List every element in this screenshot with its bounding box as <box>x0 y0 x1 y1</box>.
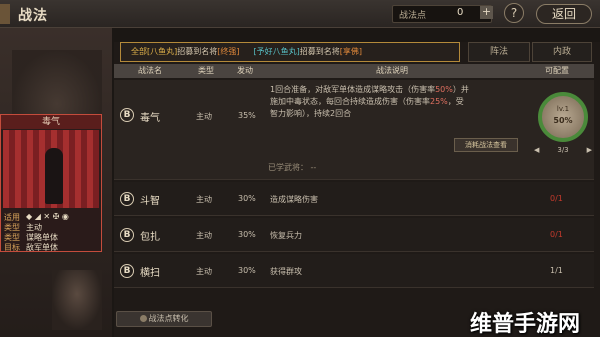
add-points-button[interactable]: + <box>480 6 493 19</box>
convert-points-button[interactable]: 战法点转化 <box>116 311 212 327</box>
skill-description: 获得群攻 <box>270 267 302 276</box>
grade-badge: B <box>120 264 134 278</box>
card-row-value: 主动 <box>26 223 42 232</box>
help-button[interactable]: ? <box>504 3 524 23</box>
grade-badge: B <box>120 108 134 122</box>
tab-recruit-label: 招募到名将 <box>177 47 218 56</box>
card-row: 适用 ◆ ◢ ✕ ✠ ◉ <box>4 212 102 222</box>
skill-points-value: 0 <box>457 7 464 18</box>
skill-description: 造成谋略伤害 <box>270 195 318 204</box>
header-type: 类型 <box>198 66 214 75</box>
tab-tag-label: [终强] <box>217 47 240 56</box>
skill-slots: 0/1 <box>550 194 563 203</box>
view-detail-button[interactable]: 消耗战法查看 <box>454 138 518 152</box>
skill-points-label: 战法点 <box>399 11 427 21</box>
filter-tabs: 全部[八鱼丸]招募到名将[终强] [予好八鱼丸]招募到名将[享佛] 阵法 内政 <box>120 42 592 62</box>
card-row-key: 类型 <box>4 233 20 242</box>
top-bar: 战法 战法点 0 + ? 返回 <box>0 0 600 28</box>
skill-rate: 30% <box>238 194 256 203</box>
ring-percent: 50% <box>553 116 573 125</box>
skill-rate: 30% <box>238 230 256 239</box>
skill-card-art <box>3 130 99 208</box>
header-slots: 可配置 <box>545 66 569 75</box>
card-row-key: 类型 <box>4 223 20 232</box>
card-row-icons: ◆ ◢ ✕ ✠ ◉ <box>26 212 69 221</box>
skill-name: 毒气 <box>140 113 160 124</box>
skill-rate: 35% <box>238 111 256 120</box>
desc-highlight: 50% <box>435 85 453 94</box>
tab-internal-affairs[interactable]: 内政 <box>532 42 592 62</box>
arrow-right-icon[interactable]: ▶ <box>587 146 592 156</box>
card-row-key: 目标 <box>4 243 20 252</box>
slot-arrows: ◀ 3/3 ▶ <box>534 146 592 156</box>
tab-all-label: 全部[八鱼丸] <box>131 47 178 56</box>
title-decoration <box>0 4 10 24</box>
skill-row[interactable]: B 斗智 主动 30% 造成谋略伤害 0/1 <box>114 182 594 216</box>
back-button[interactable]: 返回 <box>536 4 592 24</box>
card-figure <box>45 148 63 204</box>
desc-text: 智力影响），持续2回合 <box>270 109 352 118</box>
skill-row[interactable]: B 包扎 主动 30% 恢复兵力 0/1 <box>114 218 594 252</box>
skill-type: 主动 <box>196 231 212 240</box>
header-description: 战法说明 <box>376 66 408 75</box>
tab-all-skills[interactable]: 全部[八鱼丸]招募到名将[终强] [予好八鱼丸]招募到名将[享佛] <box>120 42 460 62</box>
skill-name: 横扫 <box>140 268 160 279</box>
skill-slots: 0/1 <box>550 230 563 239</box>
header-skill-name: 战法名 <box>138 66 162 75</box>
skill-slots: 1/1 <box>550 266 563 275</box>
desc-text: 施加中毒状态，每回合持续造成伤害（伤害率 <box>270 97 430 106</box>
skill-card-title: 毒气 <box>1 115 101 129</box>
card-row-value: 敌军单体 <box>26 243 58 252</box>
card-row-value: 谋略单体 <box>26 233 58 242</box>
tab-formation[interactable]: 阵法 <box>468 42 530 62</box>
coin-icon <box>139 315 147 322</box>
lower-silhouette <box>52 270 102 330</box>
watermark: 维普手游网 <box>470 312 581 337</box>
grade-badge: B <box>120 228 134 242</box>
page-title: 战法 <box>18 8 48 24</box>
skill-type: 主动 <box>196 112 212 121</box>
skill-description: 1回合准备，对敌军单体造成谋略攻击（伤害率50%）并 施加中毒状态，每回合持续造… <box>270 84 520 120</box>
ring-level: lv.1 <box>556 105 570 113</box>
skill-type: 主动 <box>196 195 212 204</box>
convert-label: 战法点转化 <box>148 314 189 323</box>
arrow-left-icon[interactable]: ◀ <box>534 146 539 156</box>
skill-points-box: 战法点 0 <box>392 5 492 23</box>
skill-type: 主动 <box>196 267 212 276</box>
desc-text: 1回合准备，对敌军单体造成谋略攻击（伤害率 <box>270 85 436 94</box>
table-header: 战法名 类型 发动 战法说明 可配置 <box>114 64 594 78</box>
tab-recruit-label-2: 招募到名将 <box>299 47 340 56</box>
card-row-key: 适用 <box>4 213 20 222</box>
card-row: 类型 谋略单体 <box>4 232 102 242</box>
grade-badge: B <box>120 192 134 206</box>
learned-generals: 已学武将： -- <box>268 163 317 172</box>
desc-highlight: 25% <box>430 97 448 106</box>
skill-row-selected[interactable]: B 毒气 主动 35% 1回合准备，对敌军单体造成谋略攻击（伤害率50%）并 施… <box>114 80 594 180</box>
header-rate: 发动 <box>237 66 253 75</box>
skill-name: 包扎 <box>140 232 160 243</box>
ring-count: 3/3 <box>557 146 569 154</box>
skill-row[interactable]: B 横扫 主动 30% 获得群攻 1/1 <box>114 254 594 288</box>
card-info-rows: 适用 ◆ ◢ ✕ ✠ ◉ 类型 主动 类型 谋略单体 目标 敌军单体 <box>4 212 102 252</box>
desc-text: ，受 <box>447 97 464 106</box>
tab-tag-label-2: [享佛] <box>339 47 362 56</box>
skill-level-ring: lv.1 50% <box>538 92 588 142</box>
skill-card: 毒气 适用 ◆ ◢ ✕ ✠ ◉ 类型 主动 类型 谋略单体 目标 敌军单体 <box>0 114 102 252</box>
desc-text: ）并 <box>452 85 469 94</box>
skill-description: 恢复兵力 <box>270 231 302 240</box>
skill-rate: 30% <box>238 266 256 275</box>
skill-name: 斗智 <box>140 196 160 207</box>
card-row: 目标 敌军单体 <box>4 242 102 252</box>
tab-friend-label: [予好八鱼丸] <box>253 47 300 56</box>
card-row: 类型 主动 <box>4 222 102 232</box>
